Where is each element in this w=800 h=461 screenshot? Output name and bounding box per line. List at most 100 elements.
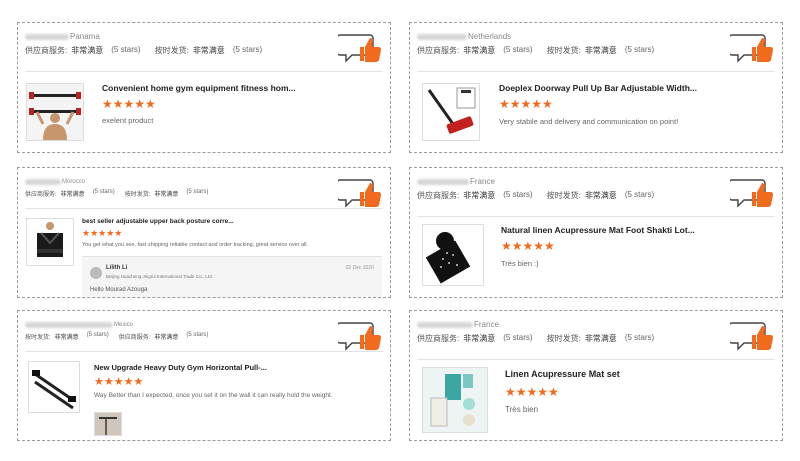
rating-value: 非常满意 [54, 335, 79, 341]
star-rating: ★★★★★ [505, 385, 559, 399]
product-image[interactable] [422, 224, 484, 286]
rating-stars-text: (5 stars) [503, 190, 533, 199]
rating-value: 非常满意 [463, 191, 496, 200]
rating-stars-text: (5 stars) [503, 45, 533, 54]
product-title[interactable]: Convenient home gym equipment fitness ho… [102, 83, 296, 93]
product-image[interactable] [26, 83, 84, 141]
product-image[interactable] [422, 367, 488, 433]
rating-label: 供应商服务: [417, 46, 460, 55]
review-header: France 供应商服务: 非常满意 (5 stars) 按时发货: 非常满意 (5 s… [417, 176, 722, 201]
buyer-location: Panama [25, 31, 330, 42]
divider [417, 359, 775, 360]
rating-label: 供应商服务: [25, 192, 57, 198]
review-photo[interactable] [94, 412, 122, 436]
blurred-buyer-name [417, 178, 469, 185]
rating-label: 按时发货: [546, 334, 581, 343]
rating-value: 非常满意 [584, 334, 617, 343]
reply-author: Lilith Li [106, 265, 128, 271]
review-text: You get what you see, fast shipping reli… [82, 242, 309, 248]
rating-label: 按时发货: [546, 46, 581, 55]
rating-value: 非常满意 [60, 192, 85, 198]
blurred-buyer-name [417, 33, 467, 40]
review-header: Mexico 按时发货: 非常满意 (5 stars) 供应商服务: 非常满意 (5 s… [25, 319, 330, 341]
rating-stars-text: (5 stars) [232, 45, 263, 54]
rating-summary: 供应商服务: 非常满意 (5 stars) 按时发货: 非常满意 (5 stars) [417, 333, 722, 344]
seller-reply: Lilith Li Beijing Huacheng Jingrui Inter… [82, 256, 382, 297]
product-title[interactable]: Natural linen Acupressure Mat Foot Shakt… [501, 225, 695, 235]
country-label: Mexico [114, 321, 134, 328]
product-title[interactable]: New Upgrade Heavy Duty Gym Horizontal Pu… [94, 363, 267, 372]
divider [25, 351, 383, 352]
rating-stars-text: (5 stars) [111, 45, 141, 54]
product-image[interactable] [26, 218, 74, 266]
rating-stars-text: (5 stars) [186, 332, 209, 338]
rating-stars-text: (5 stars) [92, 189, 115, 195]
rating-stars-text: (5 stars) [624, 190, 655, 199]
rating-summary: 供应商服务: 非常满意 (5 stars) 按时发货: 非常满意 (5 stars) [417, 190, 722, 201]
review-text: Très bien :) [501, 259, 539, 268]
buyer-location: Netherlands [417, 31, 722, 42]
rating-value: 非常满意 [584, 46, 617, 55]
review-card: France 供应商服务: 非常满意 (5 stars) 按时发货: 非常满意 (5 s… [409, 167, 783, 298]
rating-label: 供应商服务: [118, 335, 151, 341]
star-rating: ★★★★★ [94, 376, 144, 388]
review-card: Morocco 供应商服务: 非常满意 (5 stars) 按时发货: 非常满意 (5 … [17, 167, 391, 298]
review-header: Panama 供应商服务: 非常满意 (5 stars) 按时发货: 非常满意 (5 s… [25, 31, 330, 56]
country-label: Morocco [62, 178, 86, 185]
divider [25, 208, 383, 209]
rating-stars-text: (5 stars) [624, 45, 655, 54]
buyer-location: Mexico [25, 319, 330, 330]
reply-date: 02 Dec 2020 [345, 265, 374, 271]
review-text: Way Better than I expected, once you set… [94, 392, 333, 399]
rating-label: 供应商服务: [417, 191, 460, 200]
rating-summary: 按时发货: 非常满意 (5 stars) 供应商服务: 非常满意 (5 stars) [25, 332, 330, 341]
rating-label: 按时发货: [546, 191, 581, 200]
product-image[interactable] [422, 83, 480, 141]
product-image[interactable] [28, 361, 80, 413]
rating-summary: 供应商服务: 非常满意 (5 stars) 按时发货: 非常满意 (5 stars) [417, 45, 722, 56]
country-label: Panama [70, 32, 100, 41]
thumbs-up-icon [338, 179, 381, 208]
product-title[interactable]: best seller adjustable upper back postur… [82, 218, 234, 225]
rating-stars-text: (5 stars) [186, 189, 209, 195]
blurred-buyer-name [25, 33, 69, 40]
reply-company: Beijing Huacheng Jingrui International T… [106, 274, 213, 279]
review-text: Très bien [505, 405, 539, 414]
rating-stars-text: (5 stars) [503, 333, 533, 342]
review-header: Morocco 供应商服务: 非常满意 (5 stars) 按时发货: 非常满意 (5 … [25, 176, 330, 198]
thumbs-up-icon [730, 179, 773, 208]
rating-value: 非常满意 [154, 192, 179, 198]
star-rating: ★★★★★ [501, 239, 555, 253]
divider [25, 71, 383, 72]
rating-value: 非常满意 [463, 334, 496, 343]
thumbs-up-icon [730, 34, 773, 63]
thumbs-up-icon [730, 322, 773, 351]
review-card: Netherlands 供应商服务: 非常满意 (5 stars) 按时发货: 非常满… [409, 22, 783, 153]
country-label: France [474, 320, 499, 329]
rating-summary: 供应商服务: 非常满意 (5 stars) 按时发货: 非常满意 (5 stars) [25, 189, 330, 198]
avatar [90, 267, 102, 279]
review-header: Netherlands 供应商服务: 非常满意 (5 stars) 按时发货: 非常满… [417, 31, 722, 56]
buyer-location: Morocco [25, 176, 330, 187]
rating-value: 非常满意 [71, 46, 104, 55]
divider [417, 216, 775, 217]
review-card: Mexico 按时发货: 非常满意 (5 stars) 供应商服务: 非常满意 (5 s… [17, 310, 391, 441]
rating-stars-text: (5 stars) [624, 333, 655, 342]
thumbs-up-icon [338, 322, 381, 351]
country-label: France [470, 177, 495, 186]
divider [417, 71, 775, 72]
rating-label: 按时发货: [124, 192, 151, 198]
reply-text: Hello Mourad Azouga [90, 287, 148, 293]
rating-label: 按时发货: [25, 335, 51, 341]
product-title[interactable]: Doeplex Doorway Pull Up Bar Adjustable W… [499, 83, 697, 93]
blurred-buyer-name [417, 321, 473, 328]
thumbs-up-icon [338, 34, 381, 63]
rating-value: 非常满意 [192, 46, 225, 55]
buyer-location: France [417, 319, 722, 330]
rating-value: 非常满意 [463, 46, 496, 55]
product-title[interactable]: Linen Acupressure Mat set [505, 369, 620, 379]
buyer-location: France [417, 176, 722, 187]
review-text: Very stabile and delivery and communicat… [499, 117, 679, 126]
rating-value: 非常满意 [584, 191, 617, 200]
rating-label: 按时发货: [154, 46, 189, 55]
